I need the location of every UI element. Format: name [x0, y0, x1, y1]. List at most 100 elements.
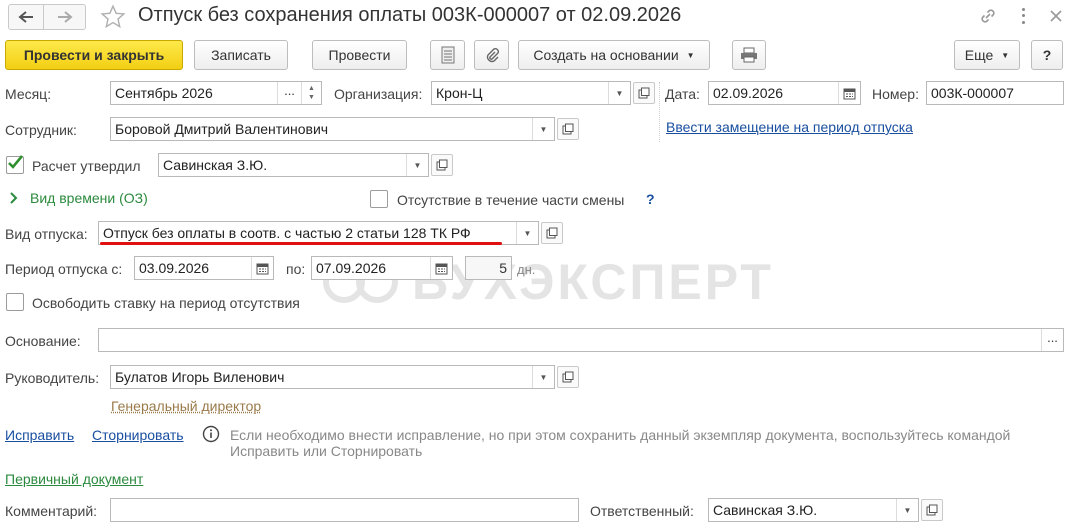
month-value: Сентябрь 2026	[115, 85, 213, 101]
step-up-icon[interactable]: ▲	[308, 84, 315, 93]
responsible-field[interactable]: Савинская З.Ю. ▼	[708, 498, 919, 522]
responsible-open-button[interactable]	[921, 499, 943, 521]
print-button[interactable]	[732, 40, 766, 70]
save-button[interactable]: Записать	[194, 40, 288, 70]
organization-field[interactable]: Крон-Ц ▼	[431, 81, 631, 105]
page-title: Отпуск без сохранения оплаты 003К-000007…	[138, 4, 682, 26]
month-picker-button[interactable]: ...	[277, 82, 301, 104]
close-icon[interactable]	[1046, 6, 1066, 26]
month-label: Месяц:	[5, 86, 52, 102]
approved-checkbox[interactable]	[6, 155, 24, 174]
kebab-menu-icon[interactable]	[1016, 6, 1030, 26]
open-window-icon	[926, 504, 938, 516]
post-and-close-button[interactable]: Провести и закрыть	[5, 40, 183, 70]
employee-label: Сотрудник:	[5, 122, 77, 138]
date-field[interactable]: 02.09.2026	[708, 81, 861, 105]
period-days-value: 5	[499, 260, 507, 276]
comment-label: Комментарий:	[5, 503, 98, 519]
open-window-icon	[546, 227, 558, 239]
correct-link[interactable]: Исправить	[5, 427, 74, 443]
partial-shift-label: Отсутствие в течение части смены	[397, 192, 625, 208]
month-field[interactable]: Сентябрь 2026 ... ▲ ▼	[110, 81, 322, 105]
calendar-icon[interactable]	[251, 257, 273, 279]
approved-open-button[interactable]	[431, 154, 453, 176]
employee-dropdown-icon[interactable]: ▼	[532, 118, 554, 140]
calendar-icon[interactable]	[430, 257, 452, 279]
period-to-label: по:	[286, 261, 306, 277]
release-rate-label: Освободить ставку на период отсутствия	[32, 295, 300, 311]
nav-back-button[interactable]	[8, 4, 44, 30]
employee-field[interactable]: Боровой Дмитрий Валентинович ▼	[110, 117, 555, 141]
leave-type-open-button[interactable]	[541, 222, 563, 244]
partial-shift-checkbox[interactable]	[370, 190, 388, 208]
responsible-dropdown-icon[interactable]: ▼	[896, 499, 918, 521]
chevron-down-icon: ▼	[686, 50, 695, 60]
period-to-field[interactable]: 07.09.2026	[311, 256, 453, 280]
month-stepper[interactable]: ▲ ▼	[301, 82, 321, 104]
info-text-line2: Исправить или Сторнировать	[230, 443, 423, 459]
organization-open-button[interactable]	[633, 82, 655, 104]
responsible-value: Савинская З.Ю.	[713, 502, 818, 518]
attach-button[interactable]	[474, 40, 509, 70]
checkmark-icon	[8, 155, 24, 169]
column-divider	[659, 82, 660, 142]
open-window-icon	[638, 87, 650, 99]
number-field[interactable]: 003К-000007	[926, 81, 1064, 105]
time-type-label: Вид времени (ОЗ)	[30, 190, 148, 206]
leave-type-value: Отпуск без оплаты в соотв. с частью 2 ст…	[103, 225, 471, 241]
open-window-icon	[436, 159, 448, 171]
date-value: 02.09.2026	[713, 85, 784, 101]
time-type-toggle[interactable]: Вид времени (ОЗ)	[8, 190, 148, 206]
step-down-icon[interactable]: ▼	[308, 93, 315, 102]
period-from-field[interactable]: 03.09.2026	[134, 256, 274, 280]
calendar-icon[interactable]	[838, 82, 860, 104]
basis-label: Основание:	[5, 333, 81, 349]
basis-picker-button[interactable]: ...	[1041, 329, 1063, 351]
nav-forward-button[interactable]	[44, 4, 86, 30]
reverse-link[interactable]: Сторнировать	[92, 427, 184, 443]
period-days-field: 5	[465, 256, 512, 280]
manager-open-button[interactable]	[557, 366, 579, 388]
paperclip-icon	[486, 48, 499, 63]
primary-document-link[interactable]: Первичный документ	[5, 471, 143, 487]
leave-type-label: Вид отпуска:	[5, 226, 88, 242]
period-to-value: 07.09.2026	[316, 260, 387, 276]
release-rate-checkbox[interactable]	[6, 293, 24, 311]
link-icon[interactable]	[978, 6, 998, 26]
employee-open-button[interactable]	[557, 118, 579, 140]
partial-shift-help-icon[interactable]: ?	[646, 191, 655, 207]
arrow-left-icon	[18, 11, 33, 23]
leave-type-dropdown-icon[interactable]: ▼	[516, 222, 538, 244]
period-label: Период отпуска с:	[5, 261, 123, 277]
create-based-on-label: Создать на основании	[533, 47, 679, 63]
enter-substitute-link[interactable]: Ввести замещение на период отпуска	[666, 119, 913, 135]
more-label: Еще	[964, 47, 994, 63]
post-button[interactable]: Провести	[312, 40, 407, 70]
comment-field[interactable]	[110, 498, 579, 522]
printer-icon	[741, 47, 757, 63]
basis-field[interactable]: ...	[98, 328, 1064, 352]
organization-dropdown-icon[interactable]: ▼	[608, 82, 630, 104]
manager-field[interactable]: Булатов Игорь Виленович ▼	[110, 365, 555, 389]
approved-field[interactable]: Савинская З.Ю. ▼	[158, 153, 429, 177]
manager-value: Булатов Игорь Виленович	[115, 369, 285, 385]
print-list-button[interactable]	[430, 40, 465, 70]
chevron-down-icon: ▼	[1001, 50, 1010, 60]
approved-dropdown-icon[interactable]: ▼	[406, 154, 428, 176]
favorite-star-icon[interactable]	[100, 4, 126, 30]
red-underline-annotation	[100, 242, 502, 245]
chevron-right-icon	[10, 192, 18, 204]
responsible-label: Ответственный:	[590, 503, 694, 519]
help-button[interactable]: ?	[1031, 40, 1063, 70]
organization-value: Крон-Ц	[436, 85, 483, 101]
manager-position-link[interactable]: Генеральный директор	[111, 398, 261, 414]
create-based-on-button[interactable]: Создать на основании ▼	[518, 40, 710, 70]
approved-label: Расчет утвердил	[32, 158, 141, 174]
manager-dropdown-icon[interactable]: ▼	[532, 366, 554, 388]
info-text-line1: Если необходимо внести исправление, но п…	[230, 427, 1011, 443]
more-button[interactable]: Еще ▼	[954, 40, 1020, 70]
info-icon	[202, 425, 220, 443]
employee-value: Боровой Дмитрий Валентинович	[115, 121, 329, 137]
arrow-right-icon	[57, 11, 73, 23]
date-label: Дата:	[665, 86, 700, 102]
